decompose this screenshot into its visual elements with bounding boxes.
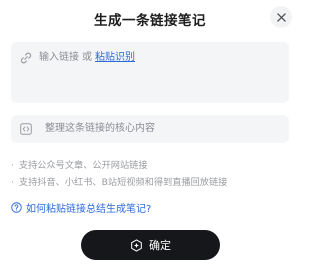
note-input-placeholder: 整理这条链接的核心内容	[45, 123, 155, 134]
link-input-field[interactable]: 输入链接或粘贴识别	[11, 42, 289, 103]
or-text: 或	[82, 52, 92, 63]
help-link[interactable]: 如何粘贴链接总结生成笔记?	[11, 200, 151, 215]
sparkle-hex-icon	[131, 238, 142, 252]
close-icon	[276, 12, 286, 22]
tips-list: · 支持公众号文章、公开网站链接 · 支持抖音、小红书、B站短视频和得到直播回放链接	[11, 157, 227, 191]
tip-text: 支持抖音、小红书、B站短视频和得到直播回放链接	[18, 177, 228, 188]
help-circle-icon	[11, 202, 22, 213]
list-item: · 支持公众号文章、公开网站链接	[11, 157, 227, 174]
confirm-button[interactable]: 确定	[81, 230, 220, 260]
close-button[interactable]	[270, 6, 292, 28]
link-placeholder-text: 输入链接	[39, 52, 79, 63]
tip-bullet: ·	[11, 177, 14, 188]
help-link-label: 如何粘贴链接总结生成笔记?	[26, 204, 152, 215]
confirm-button-label: 确定	[149, 239, 171, 252]
link-note-dialog: 生成一条链接笔记 输入链接或粘贴识别 整理这条链接的核心内容 · 支持公众号文章、…	[0, 0, 300, 269]
paste-recognize-link[interactable]: 粘贴识别	[95, 52, 135, 63]
dialog-title: 生成一条链接笔记	[94, 13, 206, 29]
tip-bullet: ·	[11, 160, 14, 171]
code-bracket-icon	[20, 123, 32, 135]
link-input-placeholder: 输入链接或粘贴识别	[39, 51, 135, 65]
note-input-field[interactable]: 整理这条链接的核心内容	[11, 115, 289, 143]
link-icon	[20, 52, 32, 64]
list-item: · 支持抖音、小红书、B站短视频和得到直播回放链接	[11, 174, 227, 191]
tip-text: 支持公众号文章、公开网站链接	[18, 160, 148, 171]
